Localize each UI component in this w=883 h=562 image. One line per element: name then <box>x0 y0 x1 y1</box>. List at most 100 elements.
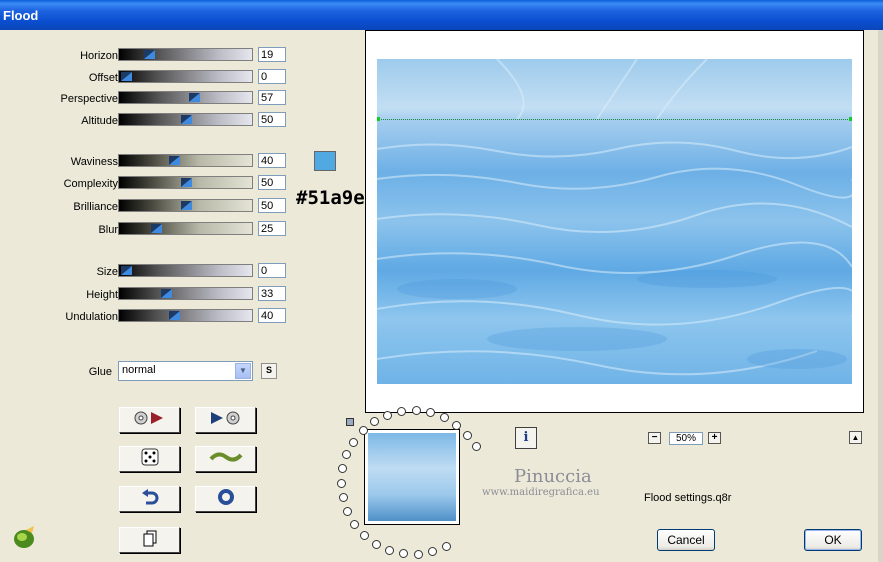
slider-thumb[interactable] <box>169 156 180 165</box>
collapse-up-icon[interactable]: ▲ <box>849 431 862 444</box>
horizon-slider[interactable] <box>118 48 253 61</box>
horizon-handle-right[interactable] <box>849 117 852 121</box>
slider-thumb[interactable] <box>121 72 132 81</box>
horizon-value-field[interactable]: 19 <box>258 47 286 62</box>
color-swatch[interactable] <box>314 151 336 171</box>
wave-icon <box>208 449 243 469</box>
scrollbar[interactable] <box>878 30 883 562</box>
copy-pages-icon <box>140 528 160 552</box>
zoom-out-button[interactable]: − <box>648 432 661 444</box>
slider-thumb[interactable] <box>181 115 192 124</box>
navigator-ring-dot <box>439 413 449 422</box>
navigator-ring-dot <box>463 430 473 440</box>
load-preset-button[interactable] <box>119 407 180 433</box>
slider-row-waviness: Waviness <box>0 154 118 170</box>
height-slider[interactable] <box>118 287 253 300</box>
navigator-ring-dot <box>441 542 451 552</box>
brilliance-slider[interactable] <box>118 199 253 212</box>
wave-button[interactable] <box>195 446 256 472</box>
height-value-field[interactable]: 33 <box>258 286 286 301</box>
slider-thumb[interactable] <box>189 93 201 102</box>
complexity-slider[interactable] <box>118 176 253 189</box>
navigator-ring-dot <box>413 549 423 559</box>
undulation-slider[interactable] <box>118 309 253 322</box>
slider-thumb[interactable] <box>151 224 162 233</box>
slider-row-complexity: Complexity <box>0 176 118 192</box>
randomize-button[interactable] <box>119 446 180 472</box>
navigator-ring-dot <box>452 420 462 430</box>
slider-label: Altitude <box>81 115 118 127</box>
save-preset-button[interactable] <box>195 407 256 433</box>
slider-label: Height <box>86 289 118 301</box>
main-preview-frame <box>365 30 864 413</box>
size-slider[interactable] <box>118 264 253 277</box>
watermark-url: www.maidiregrafica.eu <box>482 487 600 498</box>
navigator-ring-dot <box>349 437 359 447</box>
undulation-value-field[interactable]: 40 <box>258 308 286 323</box>
slider-label: Brilliance <box>73 201 118 213</box>
slider-row-horizon: Horizon <box>0 48 118 64</box>
copy-button[interactable] <box>119 527 180 553</box>
circle-button[interactable] <box>195 486 256 512</box>
altitude-value-field[interactable]: 50 <box>258 112 286 127</box>
zoom-in-button[interactable]: + <box>708 432 721 444</box>
slider-row-height: Height <box>0 287 118 303</box>
navigator-ring-dot <box>384 545 394 555</box>
flood-dialog: Horizon 19 Offset 0 Perspective 57 Altit… <box>0 30 878 562</box>
chevron-down-icon[interactable]: ▼ <box>235 363 251 379</box>
slider-label: Offset <box>88 72 118 84</box>
navigator-ring-dot <box>337 478 346 488</box>
zoom-level[interactable]: 50% <box>669 432 703 445</box>
slider-label: Horizon <box>80 50 118 62</box>
perspective-slider[interactable] <box>118 91 253 104</box>
slider-thumb[interactable] <box>181 178 192 187</box>
navigator-ring-dot <box>411 406 421 416</box>
slider-row-perspective: Perspective <box>0 91 118 107</box>
undo-arrow-icon <box>140 487 160 511</box>
navigator-ring-dot <box>399 549 409 559</box>
horizon-handle-left[interactable] <box>377 117 380 121</box>
slider-label: Size <box>96 266 118 278</box>
navigator-ring-dot <box>471 442 481 452</box>
slider-label: Complexity <box>63 178 118 190</box>
waviness-value-field[interactable]: 40 <box>258 153 286 168</box>
title-bar: Flood <box>0 0 883 30</box>
navigator-image <box>368 433 456 521</box>
offset-slider[interactable] <box>118 70 253 83</box>
slider-thumb[interactable] <box>121 266 132 275</box>
slider-thumb[interactable] <box>181 201 192 210</box>
slider-thumb[interactable] <box>143 50 155 59</box>
watermark-name: Pinuccia <box>514 466 592 487</box>
navigator-ring-dot <box>426 408 436 418</box>
ok-button[interactable]: OK <box>804 529 862 551</box>
size-value-field[interactable]: 0 <box>258 263 286 278</box>
slider-row-size: Size <box>0 264 118 280</box>
water-texture <box>377 59 852 376</box>
blur-value-field[interactable]: 25 <box>258 221 286 236</box>
navigator-ring-dot <box>383 410 393 420</box>
cancel-button[interactable]: Cancel <box>657 529 715 551</box>
horizon-guide-line[interactable] <box>377 119 852 120</box>
altitude-slider[interactable] <box>118 113 253 126</box>
brilliance-value-field[interactable]: 50 <box>258 198 286 213</box>
info-icon[interactable]: i <box>515 427 537 449</box>
navigator-ring-dot <box>360 530 370 540</box>
glue-select[interactable]: normal ▼ <box>118 361 253 381</box>
glue-label: Glue <box>88 366 112 378</box>
water-preview-image[interactable] <box>377 59 852 384</box>
glue-s-button[interactable]: S <box>261 363 277 379</box>
offset-value-field[interactable]: 0 <box>258 69 286 84</box>
navigator-thumbnail[interactable] <box>364 429 460 525</box>
reset-button[interactable] <box>119 486 180 512</box>
complexity-value-field[interactable]: 50 <box>258 175 286 190</box>
slider-row-offset: Offset <box>0 70 118 86</box>
perspective-value-field[interactable]: 57 <box>258 90 286 105</box>
navigator-ring-dot <box>342 450 352 460</box>
slider-thumb[interactable] <box>160 289 172 298</box>
navigator-ring-dot <box>338 493 348 503</box>
slider-row-blur: Blur <box>0 222 118 238</box>
slider-thumb[interactable] <box>169 311 180 320</box>
navigator-start-marker[interactable] <box>346 418 354 426</box>
blur-slider[interactable] <box>118 222 253 235</box>
waviness-slider[interactable] <box>118 154 253 167</box>
